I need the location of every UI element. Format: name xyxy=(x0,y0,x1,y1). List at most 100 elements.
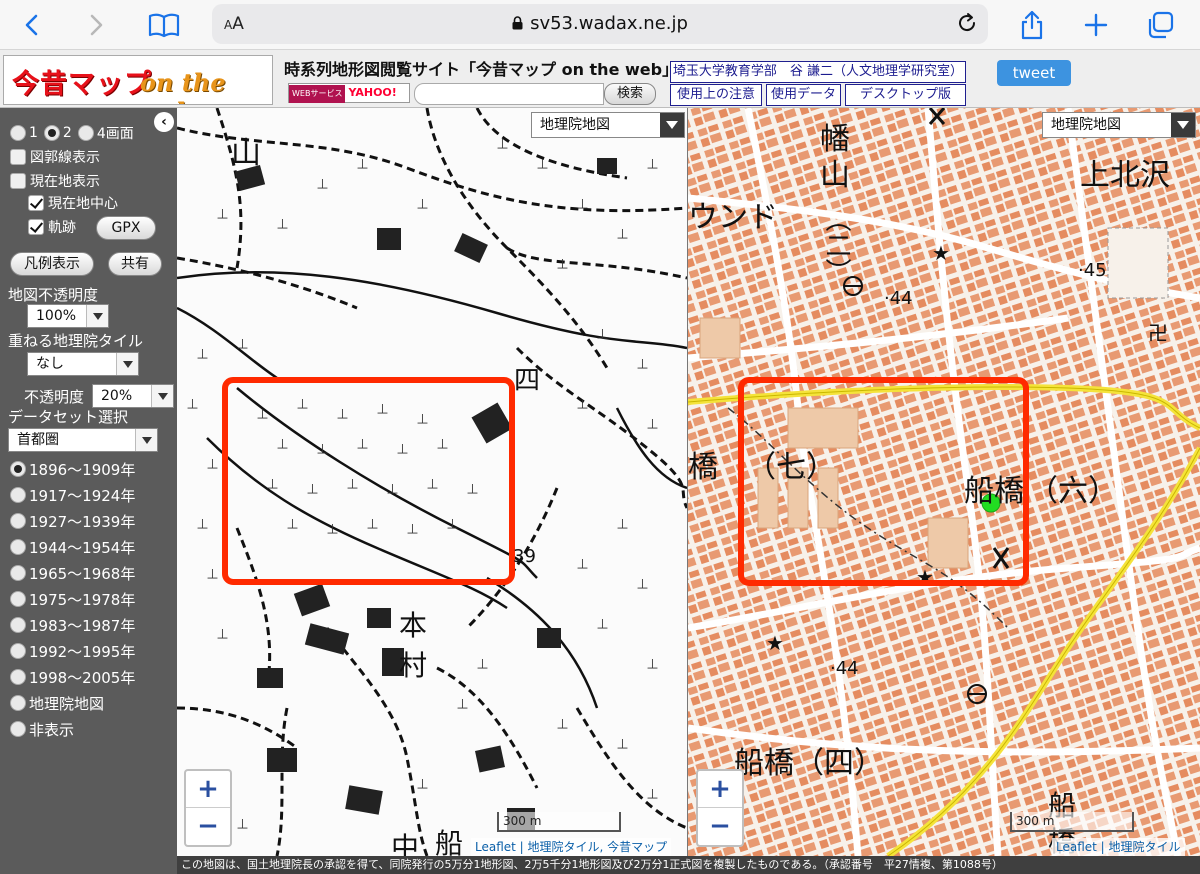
zoom-in-button[interactable]: + xyxy=(186,771,230,808)
period-radio[interactable] xyxy=(10,695,26,711)
tabs-overview-icon[interactable] xyxy=(1144,9,1176,41)
period-option[interactable]: 1998〜2005年 xyxy=(10,666,135,688)
screen-1-radio[interactable] xyxy=(10,125,26,141)
yahoo-web-service-badge[interactable]: WEBサービス YAHOO! xyxy=(288,83,410,103)
reload-icon[interactable] xyxy=(956,12,978,38)
legend-button[interactable]: 凡例表示 xyxy=(10,252,94,276)
svg-text:丄: 丄 xyxy=(417,778,428,791)
zoom-out-button[interactable]: − xyxy=(698,808,742,845)
overlay-opacity-select[interactable]: 20% xyxy=(92,384,174,408)
svg-text:丄: 丄 xyxy=(447,518,458,531)
period-option[interactable]: 1917〜1924年 xyxy=(10,484,135,506)
usage-notes-link[interactable]: 使用上の注意 xyxy=(670,84,762,106)
graticule-checkbox[interactable] xyxy=(10,149,26,165)
period-label: 非表示 xyxy=(29,720,75,739)
period-option[interactable]: 1927〜1939年 xyxy=(10,510,135,532)
left-map-layer-select[interactable]: 地理院地図 xyxy=(531,112,685,138)
left-zoom-control: + − xyxy=(184,769,232,847)
period-label: 1927〜1939年 xyxy=(29,512,136,531)
map-label: 本 xyxy=(399,609,428,642)
svg-text:丄: 丄 xyxy=(317,443,328,456)
period-radio[interactable] xyxy=(10,565,26,581)
map-label: 船 xyxy=(435,827,464,856)
chevron-down-icon xyxy=(1171,113,1195,137)
track-option[interactable]: 軌跡 xyxy=(28,216,76,238)
back-icon[interactable] xyxy=(16,9,48,41)
period-label: 1983〜1987年 xyxy=(29,616,136,635)
svg-text:丄: 丄 xyxy=(577,558,588,571)
period-option[interactable]: 非表示 xyxy=(10,718,74,740)
zoom-in-button[interactable]: + xyxy=(698,771,742,808)
desktop-version-link[interactable]: デスクトップ版 xyxy=(845,84,966,106)
track-checkbox[interactable] xyxy=(28,219,44,235)
historical-map-pane[interactable]: 丄丄丄丄丄 丄丄丄丄丄 丄丄丄丄丄丄 丄丄丄丄丄 丄丄丄丄丄 丄丄丄丄丄 丄丄丄… xyxy=(177,108,687,856)
period-radio[interactable] xyxy=(10,617,26,633)
map-attribution[interactable]: Leaflet | 地理院タイル xyxy=(1052,838,1185,856)
new-tab-icon[interactable] xyxy=(1080,9,1112,41)
svg-text:丄: 丄 xyxy=(647,658,658,671)
gpx-button[interactable]: GPX xyxy=(96,216,156,240)
data-used-link[interactable]: 使用データ xyxy=(766,84,841,106)
period-option[interactable]: 1975〜1978年 xyxy=(10,588,135,610)
period-option[interactable]: 1965〜1968年 xyxy=(10,562,135,584)
period-option[interactable]: 1983〜1987年 xyxy=(10,614,135,636)
bookmarks-icon[interactable] xyxy=(148,9,180,41)
svg-text:丄: 丄 xyxy=(407,523,418,536)
period-radio[interactable] xyxy=(10,539,26,555)
svg-text:丄: 丄 xyxy=(637,358,648,371)
forward-icon[interactable] xyxy=(80,9,112,41)
dataset-select[interactable]: 首都圏 xyxy=(8,428,158,452)
period-option[interactable]: 1896〜1909年 xyxy=(10,458,135,480)
period-option[interactable]: 1944〜1954年 xyxy=(10,536,135,558)
collapse-panel-button[interactable]: ‹ xyxy=(154,112,174,132)
modern-map-pane[interactable]: ★ ★ ★ 卍 幡 山 上北沢 ウンド （二） 橋 （七） 船橋 （六） 船橋（… xyxy=(688,108,1200,856)
svg-text:丄: 丄 xyxy=(497,138,508,151)
period-radio[interactable] xyxy=(10,513,26,529)
graticule-option[interactable]: 図郭線表示 xyxy=(10,146,100,168)
author-link[interactable]: 埼玉大学教育学部 谷 謙二（人文地理学研究室） xyxy=(670,61,966,83)
tweet-button[interactable]: tweet xyxy=(997,60,1071,86)
svg-text:★: ★ xyxy=(932,241,950,265)
spot-height: ·44 xyxy=(884,288,913,309)
center-location-checkbox[interactable] xyxy=(28,195,44,211)
svg-text:丄: 丄 xyxy=(437,438,448,451)
center-location-option[interactable]: 現在地中心 xyxy=(28,192,118,214)
overlay-select[interactable]: なし xyxy=(27,352,139,376)
svg-text:丄: 丄 xyxy=(617,738,628,751)
map-label: （六） xyxy=(1028,474,1118,509)
svg-text:丄: 丄 xyxy=(477,658,488,671)
place-search-input[interactable] xyxy=(414,83,604,105)
overlay-opacity-label: 不透明度 xyxy=(24,388,85,406)
period-option[interactable]: 地理院地図 xyxy=(10,692,104,714)
period-radio[interactable] xyxy=(10,591,26,607)
share-button[interactable]: 共有 xyxy=(108,252,162,276)
opacity-select[interactable]: 100% xyxy=(27,304,109,328)
screen-4-radio[interactable] xyxy=(77,125,94,141)
period-label: 1975〜1978年 xyxy=(29,590,136,609)
zoom-out-button[interactable]: − xyxy=(186,808,230,845)
period-label: 1992〜1995年 xyxy=(29,642,136,661)
period-label: 地理院地図 xyxy=(29,694,105,713)
period-radio[interactable] xyxy=(10,669,26,685)
screen-2-radio[interactable] xyxy=(43,125,60,141)
map-label: （七） xyxy=(746,450,836,485)
period-radio[interactable] xyxy=(10,461,26,477)
right-map-layer-select[interactable]: 地理院地図 xyxy=(1042,112,1196,138)
map-label: 四 xyxy=(514,366,541,396)
current-location-checkbox[interactable] xyxy=(10,173,26,189)
svg-text:丄: 丄 xyxy=(237,338,248,351)
address-bar[interactable]: AAAA sv53.wadax.ne.jp xyxy=(212,4,988,44)
current-location-option[interactable]: 現在地表示 xyxy=(10,170,100,192)
svg-text:丄: 丄 xyxy=(377,403,388,416)
svg-text:丄: 丄 xyxy=(367,518,378,531)
map-attribution[interactable]: Leaflet | 地理院タイル, 今昔マップ xyxy=(471,838,672,856)
period-option[interactable]: 1992〜1995年 xyxy=(10,640,135,662)
period-radio[interactable] xyxy=(10,721,26,737)
map-label: ウンド xyxy=(688,200,778,235)
period-radio[interactable] xyxy=(10,487,26,503)
svg-text:丄: 丄 xyxy=(417,413,428,426)
search-button[interactable]: 検索 xyxy=(604,83,656,105)
period-radio[interactable] xyxy=(10,643,26,659)
share-icon[interactable] xyxy=(1016,9,1048,41)
site-logo[interactable]: 今昔マップ on the web xyxy=(3,55,273,105)
